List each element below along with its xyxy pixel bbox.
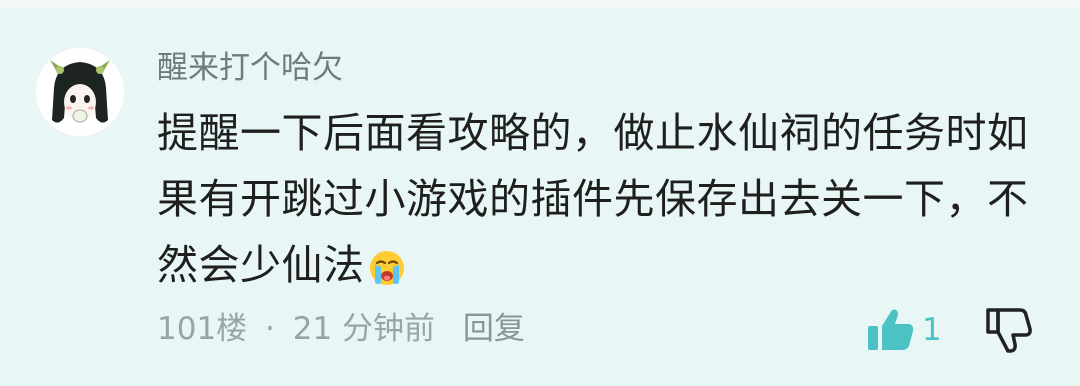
top-divider bbox=[0, 0, 1080, 8]
thumbs-down-icon bbox=[986, 308, 1032, 353]
comment-meta: 101楼 · 21 分钟前 回复 bbox=[157, 307, 525, 351]
dislike-button[interactable] bbox=[984, 304, 1034, 356]
like-button[interactable]: 1 bbox=[866, 304, 942, 356]
floor-number: 101楼 bbox=[157, 311, 248, 347]
like-count: 1 bbox=[922, 312, 942, 348]
avatar-illustration bbox=[36, 48, 124, 136]
comment-text: 提醒一下后面看攻略的，做止水仙祠的任务时如 果有开跳过小游戏的插件先保存出去关一… bbox=[157, 100, 1037, 306]
comment-line-1: 提醒一下后面看攻略的，做止水仙祠的任务时如 bbox=[157, 109, 1029, 157]
username[interactable]: 醒来打个哈欠 bbox=[157, 48, 343, 88]
crying-face-emoji bbox=[367, 240, 407, 306]
comment-line-2: 果有开跳过小游戏的插件先保存出去关一下，不 bbox=[157, 175, 1029, 223]
post-time: 21 分钟前 bbox=[292, 311, 436, 347]
avatar[interactable] bbox=[36, 48, 124, 136]
meta-separator: · bbox=[265, 311, 275, 347]
comment-card: 醒来打个哈欠 提醒一下后面看攻略的，做止水仙祠的任务时如 果有开跳过小游戏的插件… bbox=[0, 0, 1080, 386]
comment-line-3-text: 然会少仙法 bbox=[157, 241, 365, 289]
comment-line-3: 然会少仙法 bbox=[157, 232, 1037, 306]
reply-button[interactable]: 回复 bbox=[463, 307, 525, 351]
thumbs-up-icon bbox=[868, 309, 914, 350]
